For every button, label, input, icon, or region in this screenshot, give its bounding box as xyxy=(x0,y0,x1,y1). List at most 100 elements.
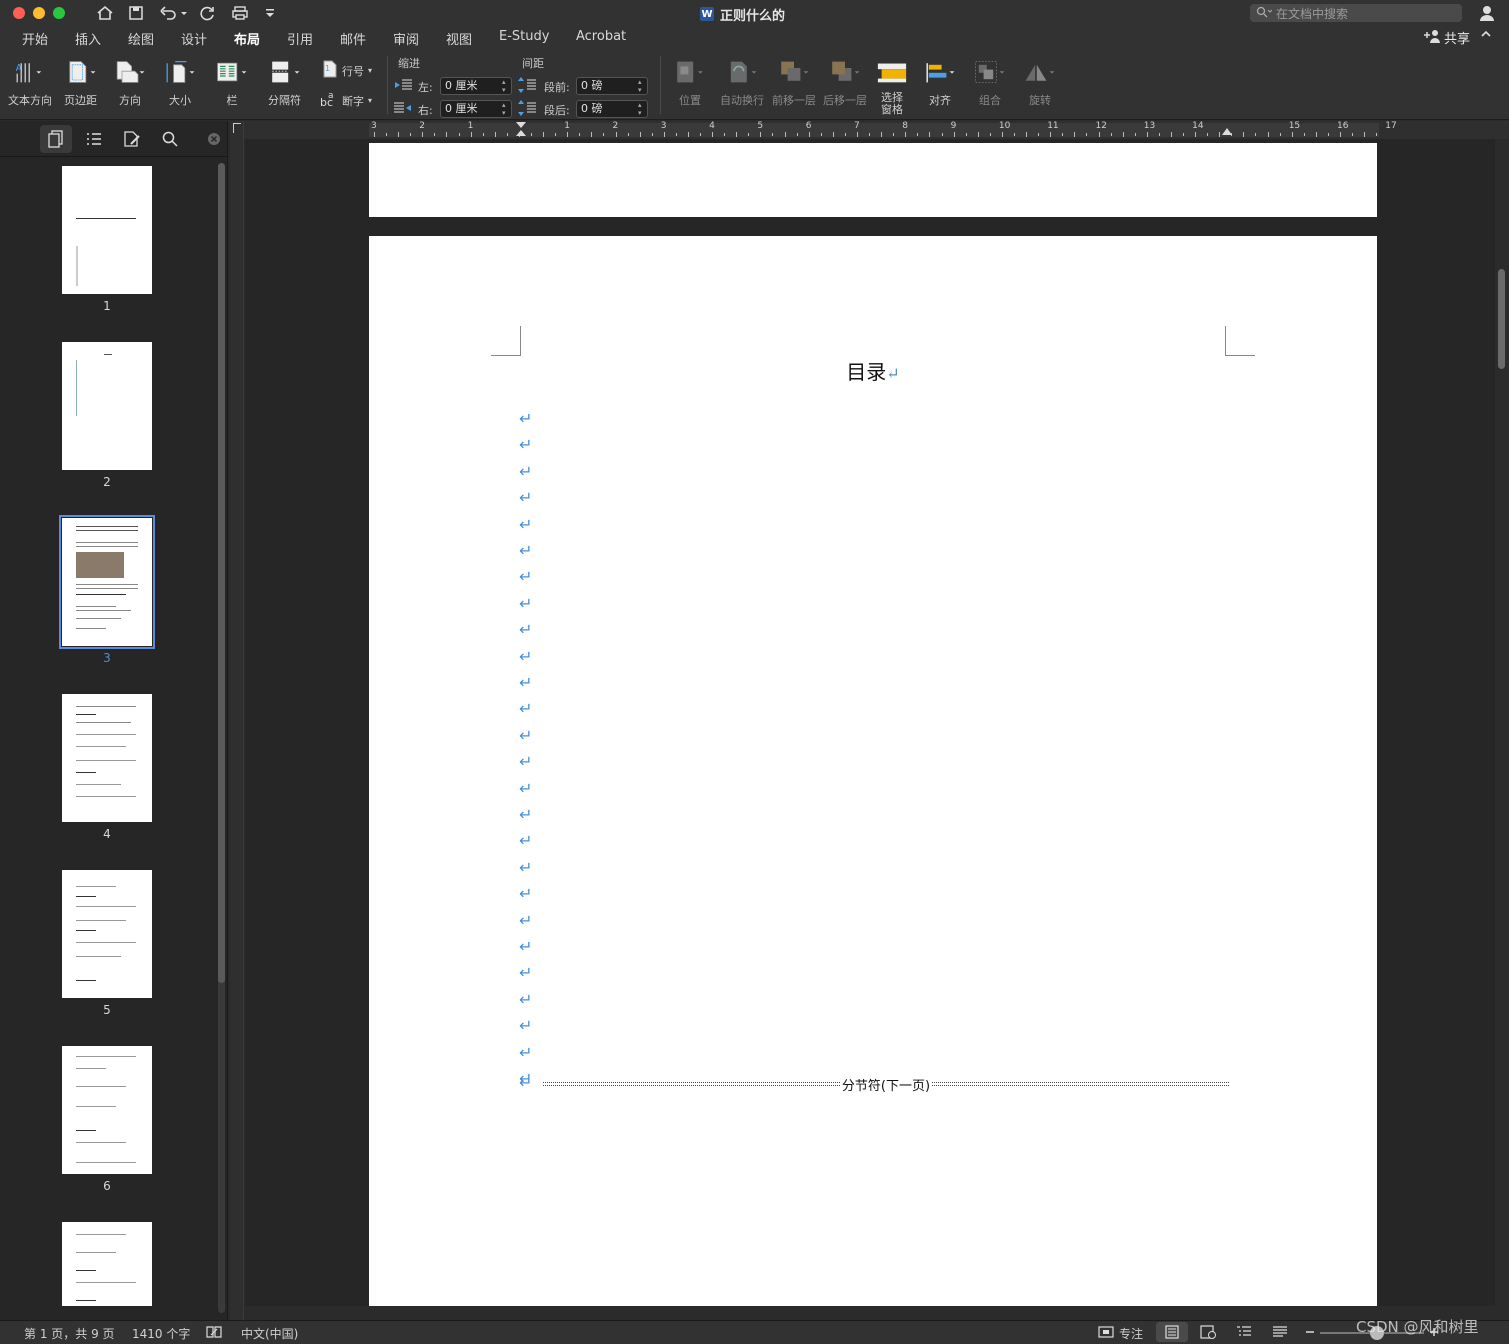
close-window-button[interactable] xyxy=(13,7,25,19)
left-indent-marker[interactable] xyxy=(516,130,526,136)
first-line-indent-marker[interactable] xyxy=(516,122,526,128)
tab-insert[interactable]: 插入 xyxy=(75,29,101,48)
indent-left-input[interactable]: 0 厘米 xyxy=(440,77,512,95)
text-direction-button[interactable]: A 文本方向 xyxy=(8,56,52,108)
previous-page[interactable] xyxy=(369,143,1377,217)
ruler-tick xyxy=(929,132,931,137)
spacing-before-input[interactable]: 0 磅 xyxy=(576,77,648,95)
spacing-after-input[interactable]: 0 磅 xyxy=(576,100,648,118)
page-info[interactable]: 第 1 页，共 9 页 xyxy=(24,1325,115,1342)
ruler-tick xyxy=(1086,133,1088,136)
ruler-tick xyxy=(1026,132,1028,137)
ruler-tick xyxy=(1158,133,1160,136)
indent-right-label: 右: xyxy=(418,104,433,117)
bring-forward-button[interactable]: 前移一层 xyxy=(772,56,816,108)
language-indicator[interactable]: 中文(中国) xyxy=(241,1325,298,1342)
close-pane-icon[interactable] xyxy=(200,125,228,153)
customize-toolbar-icon[interactable] xyxy=(258,3,282,23)
document-canvas[interactable]: 目录↵ ↵ ↵ ↵ ↵ ↵ ↵ ↵ ↵ ↵ ↵ ↵ ↵ ↵ ↵ ↵ ↵ ↵ ↵ ↵ ↵ ↵ ↵ ↵ ↵ ↵ ↵ ↵ 分节符(下一页… xyxy=(245,139,1495,1306)
redo-icon[interactable] xyxy=(196,3,220,23)
page-thumbnail-1[interactable] xyxy=(62,166,152,294)
share-button[interactable]: 共享 xyxy=(1423,28,1470,47)
page-thumbnail-4[interactable] xyxy=(62,694,152,822)
document-title-text: 正则什么的 xyxy=(720,8,786,24)
selection-pane-button[interactable]: 选择 窗格 xyxy=(876,56,908,116)
ruler-tick xyxy=(1219,132,1221,137)
tab-review[interactable]: 审阅 xyxy=(393,29,419,48)
group-button[interactable]: 组合 xyxy=(974,56,1006,108)
ruler-number: 5 xyxy=(757,121,764,131)
page-thumbnail-5[interactable] xyxy=(62,870,152,998)
paragraph-mark: ↵ xyxy=(519,1073,533,1092)
breaks-button[interactable]: 分隔符 xyxy=(268,56,301,108)
paragraph-mark: ↵ xyxy=(519,435,533,455)
ruler-tick xyxy=(1110,133,1112,136)
right-indent-marker[interactable] xyxy=(1222,128,1232,135)
margins-icon xyxy=(65,56,97,88)
ruler-number: 17 xyxy=(1385,121,1397,131)
zoom-out-icon[interactable] xyxy=(1304,1325,1316,1342)
columns-button[interactable]: 栏 xyxy=(216,56,248,108)
outline-tab-icon[interactable] xyxy=(78,125,110,153)
page-thumbnail-2[interactable] xyxy=(62,342,152,470)
navigation-scrollbar-thumb[interactable] xyxy=(218,163,225,983)
print-icon[interactable] xyxy=(228,3,252,23)
tab-estudy[interactable]: E-Study xyxy=(499,29,549,44)
indent-right-input[interactable]: 0 厘米 xyxy=(440,100,512,118)
page-thumbnail-6[interactable] xyxy=(62,1046,152,1174)
page-thumbnail-3[interactable] xyxy=(59,515,155,649)
proofing-icon[interactable] xyxy=(206,1325,222,1342)
minimize-window-button[interactable] xyxy=(33,7,45,19)
tab-layout[interactable]: 布局 xyxy=(234,29,260,48)
maximize-window-button[interactable] xyxy=(53,7,65,19)
send-backward-button[interactable]: 后移一层 xyxy=(823,56,867,108)
page-thumbnail-number: 3 xyxy=(103,651,111,665)
spacing-after-icon xyxy=(518,99,536,120)
current-page[interactable]: 目录↵ ↵ ↵ ↵ ↵ ↵ ↵ ↵ ↵ ↵ ↵ ↵ ↵ ↵ ↵ ↵ ↵ ↵ ↵ ↵ ↵ ↵ ↵ ↵ ↵ ↵ ↵ ↵ 分节符(下一页… xyxy=(369,236,1377,1306)
selection-pane-icon xyxy=(876,56,908,88)
ruler-number: 8 xyxy=(902,121,909,131)
wrap-text-button[interactable]: 自动换行 xyxy=(720,56,764,108)
tab-view[interactable]: 视图 xyxy=(446,29,472,48)
document-scrollbar-thumb[interactable] xyxy=(1498,269,1505,369)
ruler-tick xyxy=(386,133,388,136)
page-thumbnail-7[interactable] xyxy=(62,1222,152,1306)
align-button[interactable]: 对齐 xyxy=(924,56,956,108)
tab-references[interactable]: 引用 xyxy=(287,29,313,48)
navigation-scrollbar[interactable] xyxy=(218,163,225,1313)
tab-design[interactable]: 设计 xyxy=(181,29,207,48)
orientation-button[interactable]: 方向 xyxy=(114,56,146,108)
position-button[interactable]: 位置 xyxy=(674,56,706,108)
hyphenation-button[interactable]: bc a 断字 ▾ xyxy=(320,90,372,111)
thumbnails-tab-icon[interactable] xyxy=(40,125,72,153)
tab-draw[interactable]: 绘图 xyxy=(128,29,154,48)
focus-label[interactable]: 专注 xyxy=(1119,1325,1143,1342)
edit-tab-icon[interactable] xyxy=(116,125,148,153)
line-numbers-button[interactable]: 1 行号 ▾ xyxy=(320,60,372,81)
web-layout-icon[interactable] xyxy=(1200,1325,1216,1342)
print-layout-icon[interactable] xyxy=(1156,1322,1188,1342)
tab-home[interactable]: 开始 xyxy=(22,29,48,48)
document-scrollbar[interactable] xyxy=(1496,139,1509,1306)
user-account-icon[interactable] xyxy=(1478,4,1496,22)
focus-icon[interactable] xyxy=(1098,1325,1114,1342)
tab-selector-icon[interactable] xyxy=(233,123,241,133)
tab-acrobat[interactable]: Acrobat xyxy=(576,29,626,44)
search-field[interactable]: 在文档中搜索 xyxy=(1250,4,1462,22)
ruler-number: 14 xyxy=(1192,121,1204,131)
outline-view-icon[interactable] xyxy=(1236,1325,1252,1342)
draft-view-icon[interactable] xyxy=(1272,1325,1288,1342)
margins-button[interactable]: 页边距 xyxy=(64,56,97,108)
home-icon[interactable] xyxy=(93,3,117,23)
rotate-button[interactable]: 旋转 xyxy=(1024,56,1056,108)
word-count[interactable]: 1410 个字 xyxy=(132,1325,190,1342)
collapse-ribbon-icon[interactable] xyxy=(1480,28,1492,42)
search-tab-icon[interactable] xyxy=(154,125,186,153)
tab-mailings[interactable]: 邮件 xyxy=(340,29,366,48)
horizontal-ruler[interactable]: 3 2 1 1 2 3 4 5 6 7 8 9 10 11 12 13 14 15 16 17 xyxy=(244,121,1509,139)
size-button[interactable]: 大小 xyxy=(164,56,196,108)
bring-forward-icon xyxy=(778,56,810,88)
undo-icon[interactable] xyxy=(156,3,190,23)
ruler-tick xyxy=(591,132,593,137)
save-icon[interactable] xyxy=(124,3,148,23)
